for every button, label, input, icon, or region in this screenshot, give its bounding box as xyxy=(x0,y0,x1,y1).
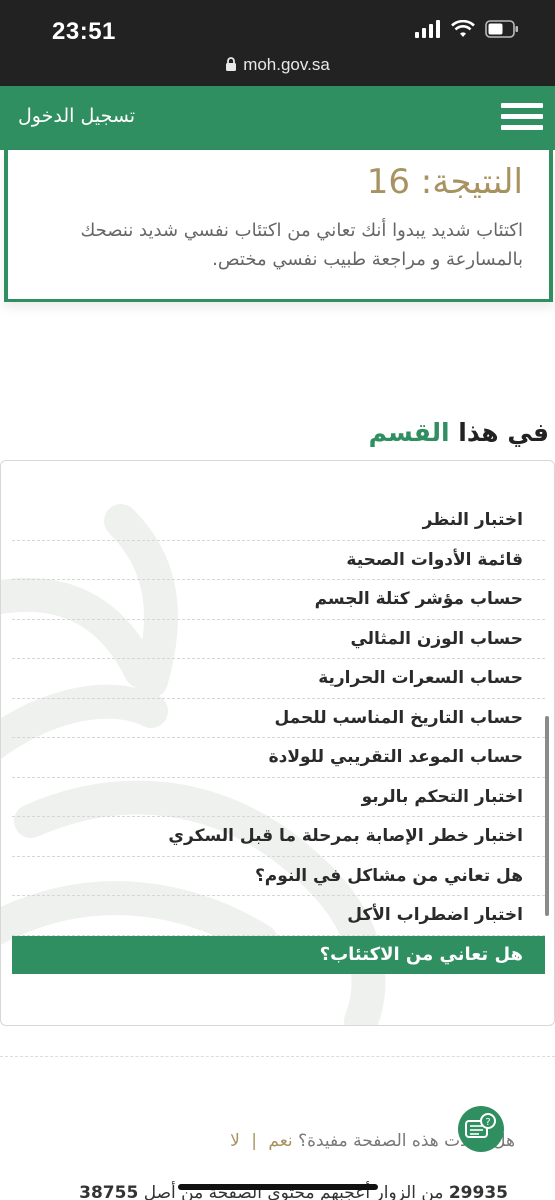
list-item[interactable]: حساب مؤشر كتلة الجسم xyxy=(12,580,545,620)
feedback-no-link[interactable]: لا xyxy=(230,1131,240,1151)
visitors-liked-count: 29935 xyxy=(448,1183,508,1200)
lock-icon xyxy=(226,57,237,71)
feedback-separator: | xyxy=(251,1131,258,1151)
section-links-box: اختبار النظر قائمة الأدوات الصحية حساب م… xyxy=(0,460,555,1026)
list-scrollbar[interactable] xyxy=(545,716,549,916)
status-bar: 23:51 moh.gov.sa xyxy=(0,0,555,86)
address-bar[interactable]: moh.gov.sa xyxy=(0,55,555,75)
list-item[interactable]: اختبار التحكم بالربو xyxy=(12,778,545,817)
divider xyxy=(0,1056,555,1057)
list-item[interactable]: اختبار خطر الإصابة بمرحلة ما قبل السكري xyxy=(12,817,545,857)
list-item[interactable]: هل تعاني من مشاكل في النوم؟ xyxy=(12,857,545,896)
list-item[interactable]: اختبار النظر xyxy=(12,501,545,541)
chat-glyph-icon: ? xyxy=(465,1113,496,1138)
wifi-icon xyxy=(451,20,475,37)
section-heading-prefix: في هذا xyxy=(458,418,549,447)
url-text: moh.gov.sa xyxy=(243,55,330,74)
chat-bubble-icon[interactable]: ? xyxy=(458,1106,504,1152)
list-item[interactable]: قائمة الأدوات الصحية xyxy=(12,541,545,580)
visitors-total-count: 38755 xyxy=(79,1183,139,1200)
site-header: تسجيل الدخول xyxy=(0,86,555,150)
login-link[interactable]: تسجيل الدخول xyxy=(18,105,135,127)
signal-icon xyxy=(415,20,440,38)
home-indicator xyxy=(178,1184,378,1190)
result-card: النتيجة: 16 اكتئاب شديد يبدوا أنك تعاني … xyxy=(4,150,553,302)
section-heading-accent: القسم xyxy=(368,418,450,447)
result-description: اكتئاب شديد يبدوا أنك تعاني من اكتئاب نف… xyxy=(80,220,523,270)
svg-text:?: ? xyxy=(485,1117,490,1128)
hamburger-menu-icon[interactable] xyxy=(501,103,543,133)
list-item[interactable]: حساب الوزن المثالي xyxy=(12,620,545,659)
battery-icon xyxy=(485,20,518,38)
status-time: 23:51 xyxy=(52,18,116,45)
list-item[interactable]: اختبار اضطراب الأكل xyxy=(12,896,545,936)
list-item-active[interactable]: هل تعاني من الاكتئاب؟ xyxy=(12,935,545,974)
feedback-yes-link[interactable]: نعم xyxy=(268,1131,292,1151)
status-icons xyxy=(415,20,519,38)
list-item[interactable]: حساب السعرات الحرارية xyxy=(12,659,545,699)
result-title: النتيجة: 16 xyxy=(366,162,523,202)
list-item[interactable]: حساب التاريخ المناسب للحمل xyxy=(12,699,545,738)
section-heading: في هذا القسم xyxy=(369,418,549,447)
section-links-list: اختبار النظر قائمة الأدوات الصحية حساب م… xyxy=(12,501,545,974)
list-item[interactable]: حساب الموعد التقريبي للولادة xyxy=(12,738,545,778)
